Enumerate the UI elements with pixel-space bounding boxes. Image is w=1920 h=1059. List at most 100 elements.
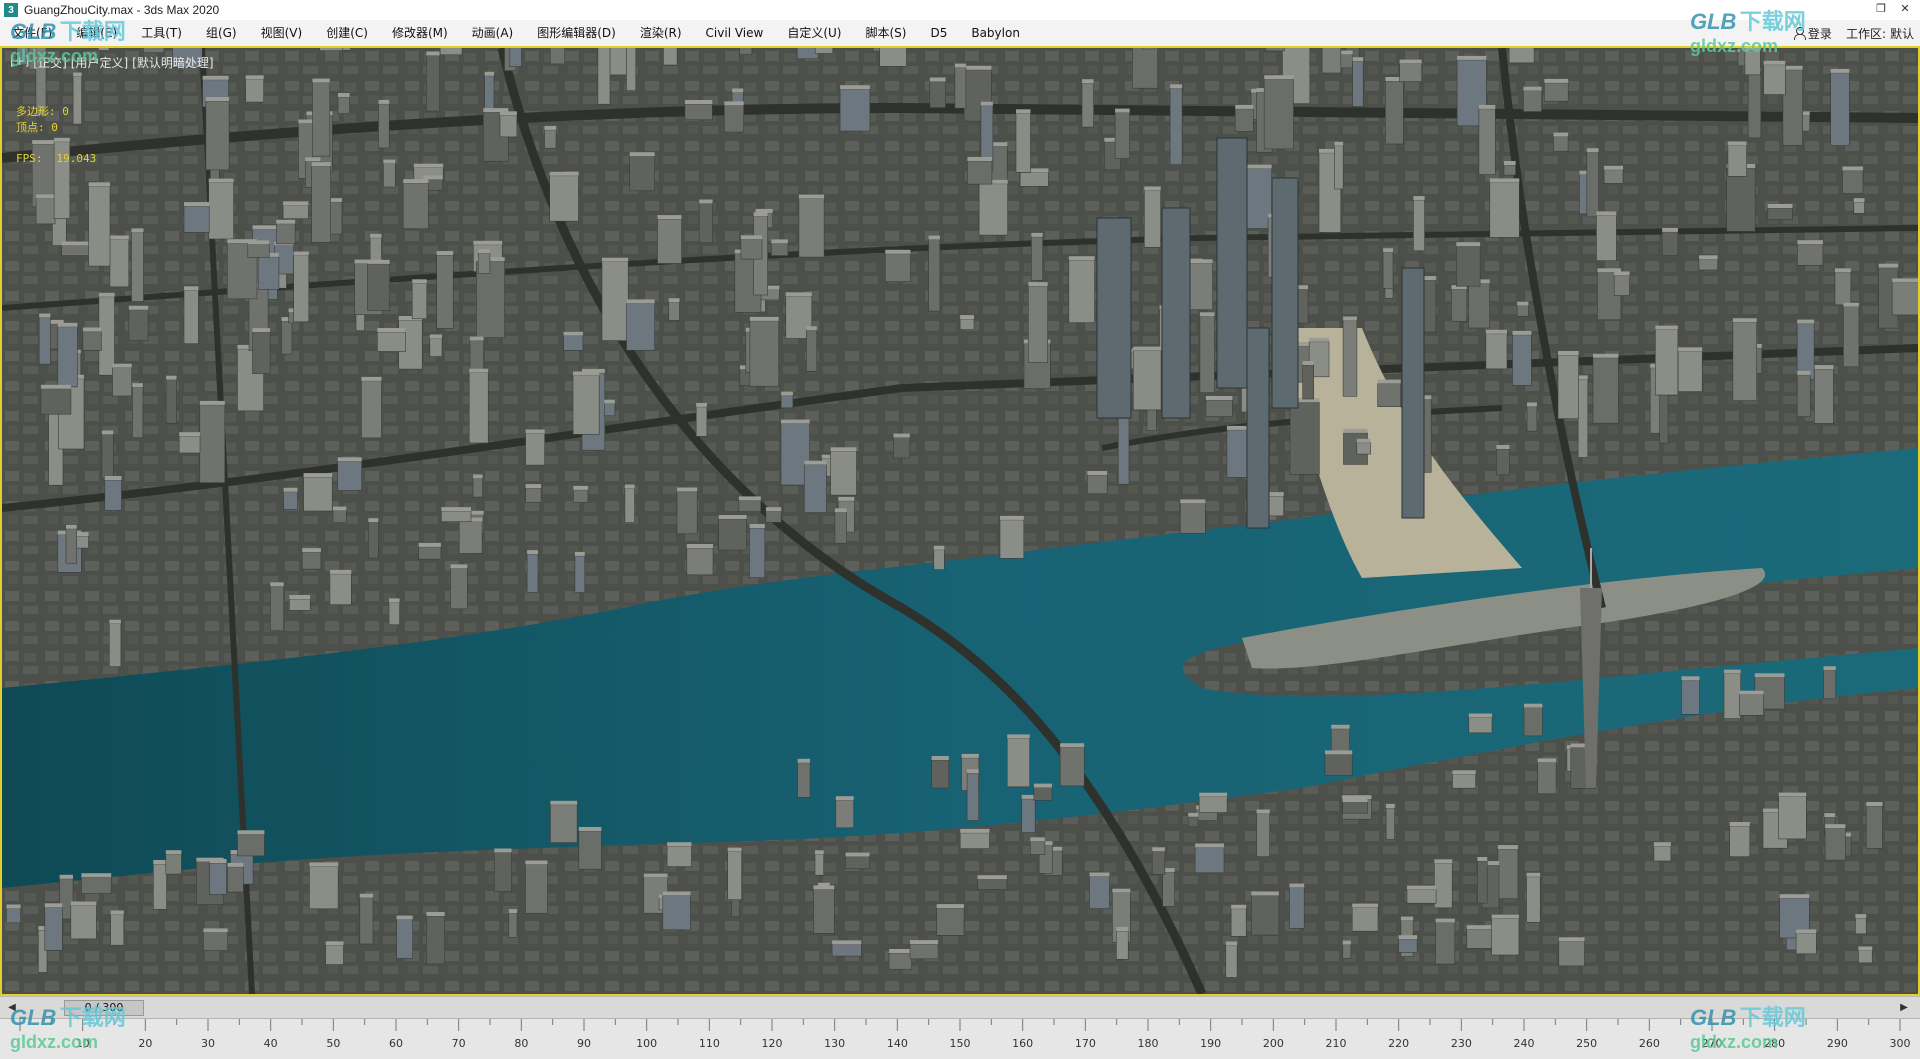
menu-item[interactable]: 自定义(U) — [775, 20, 853, 46]
building — [81, 876, 112, 894]
building — [1489, 182, 1520, 238]
building-roof — [1558, 937, 1585, 942]
menu-item[interactable]: 修改器(M) — [380, 20, 460, 46]
building — [1435, 922, 1456, 965]
building-roof — [1457, 55, 1487, 60]
building — [1526, 876, 1541, 923]
building-roof — [1030, 837, 1045, 842]
building-roof — [377, 328, 406, 332]
menu-right: 登录 工作区: 默认 — [1793, 20, 1914, 46]
building — [303, 476, 333, 512]
menu-item[interactable]: 组(G) — [194, 20, 249, 46]
building — [549, 48, 566, 65]
building-roof — [227, 862, 244, 867]
building-roof — [473, 474, 483, 479]
building-roof — [804, 460, 827, 465]
building-roof — [1060, 743, 1085, 748]
building-roof — [1512, 330, 1532, 335]
building — [1251, 895, 1280, 936]
menu-item[interactable]: 脚本(S) — [853, 20, 918, 46]
building-roof — [426, 51, 440, 56]
building-roof — [1309, 337, 1329, 342]
menu-item[interactable]: 文件(F) — [0, 20, 64, 46]
viewport-view-label[interactable]: [正交] — [33, 54, 66, 71]
building — [1151, 850, 1166, 875]
building — [1613, 275, 1630, 296]
menu-item[interactable]: 编辑(E) — [64, 20, 129, 46]
building — [1352, 60, 1364, 107]
workspace-selector[interactable]: 工作区: 默认 — [1846, 25, 1914, 42]
building — [893, 437, 911, 459]
building-roof — [209, 859, 227, 863]
viewport-material-label[interactable]: [默认明暗处理] — [132, 54, 213, 71]
timeline-tick-label: 260 — [1638, 1037, 1660, 1050]
building — [282, 205, 309, 219]
workspace-value: 默认 — [1889, 26, 1914, 41]
verts-value: 0 — [51, 121, 58, 134]
building — [1377, 383, 1401, 408]
city-scene[interactable] — [2, 48, 1918, 994]
building — [309, 866, 339, 910]
building-roof — [1491, 914, 1519, 919]
building — [663, 48, 678, 66]
building-roof — [1016, 109, 1031, 114]
timeline-ruler[interactable]: 10 20 30 40 50 60 70 80 90 100 110 120 130 140 150 160 1… — [0, 1018, 1920, 1059]
restore-icon[interactable]: ❐ — [1874, 2, 1888, 16]
building-roof — [473, 240, 503, 245]
building-roof — [359, 893, 373, 898]
menu-item[interactable]: Civil View — [694, 20, 776, 46]
building — [499, 115, 518, 138]
building-roof — [1835, 268, 1851, 273]
building-roof — [40, 384, 71, 389]
building-roof — [1517, 301, 1529, 306]
menu-item[interactable]: 动画(A) — [460, 20, 526, 46]
building — [1169, 87, 1183, 166]
building — [770, 243, 789, 256]
close-icon[interactable]: ✕ — [1898, 2, 1912, 16]
perspective-viewport[interactable]: [+] [正交] [用户定义] [默认明暗处理] 多边形: 0 顶点: 0 FP… — [0, 46, 1920, 996]
menu-item[interactable]: 工具(T) — [129, 20, 194, 46]
viewport-menu-plus[interactable]: [+] — [10, 54, 29, 71]
building-roof — [699, 199, 713, 204]
building — [178, 435, 201, 454]
menu-item[interactable]: 视图(V) — [249, 20, 315, 46]
building — [909, 943, 939, 960]
building-roof — [1537, 758, 1557, 763]
viewport-label[interactable]: [+] [正交] [用户定义] [默认明暗处理] — [10, 54, 214, 71]
building-roof — [1398, 935, 1418, 940]
building-roof — [101, 430, 114, 435]
building-roof — [1763, 60, 1786, 65]
building-roof — [203, 928, 228, 933]
menu-item[interactable]: D5 — [918, 20, 959, 46]
prev-frame-arrow-icon[interactable]: ◀ — [4, 1000, 20, 1016]
building-roof — [418, 542, 441, 547]
next-frame-arrow-icon[interactable]: ▶ — [1896, 1000, 1912, 1016]
building — [383, 163, 396, 188]
building — [740, 239, 763, 260]
timeline-tick-label: 30 — [201, 1037, 215, 1050]
building-roof — [1824, 813, 1836, 818]
menu-item[interactable]: 渲染(R) — [628, 20, 694, 46]
viewport-shading-label[interactable]: [用户定义] — [71, 54, 128, 71]
building-roof — [574, 551, 585, 556]
time-slider[interactable]: 0 / 300 — [64, 1000, 144, 1016]
building-roof — [624, 484, 635, 489]
building — [954, 67, 967, 109]
building — [525, 487, 542, 503]
building-roof — [960, 315, 974, 320]
menu-item[interactable]: 图形编辑器(D) — [525, 20, 628, 46]
building — [624, 488, 635, 523]
building-roof — [525, 484, 542, 489]
menu-item[interactable]: 创建(C) — [314, 20, 380, 46]
menu-item[interactable]: Babylon — [959, 20, 1032, 46]
building-roof — [1830, 68, 1850, 73]
building-roof — [289, 595, 311, 599]
building — [573, 489, 589, 503]
building-roof — [1343, 316, 1357, 321]
building-roof — [276, 219, 296, 224]
building-roof — [1352, 57, 1364, 62]
building-roof — [834, 508, 847, 513]
login-button[interactable]: 登录 — [1793, 25, 1832, 42]
building — [359, 897, 374, 945]
building — [666, 845, 692, 867]
